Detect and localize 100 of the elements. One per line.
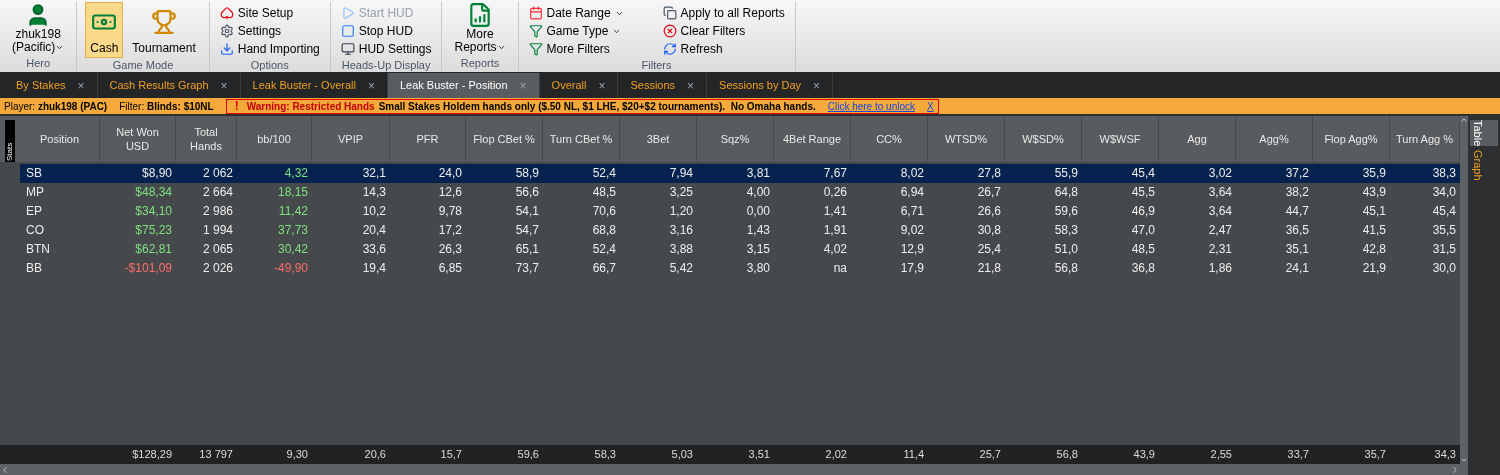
table-cell: 41,5 (1362, 223, 1386, 237)
scroll-right-icon[interactable] (1450, 464, 1460, 475)
table-cell: 48,5 (1131, 242, 1155, 256)
ribbon-button[interactable]: Refresh (660, 40, 787, 58)
ribbon-button[interactable]: Settings (217, 22, 322, 40)
column-header[interactable]: VPIP (312, 116, 390, 162)
table-row[interactable]: MP $48,34 2 664 18,15 14,3 12,6 56,6 48,5 3,25 4,00 0,26 6,94 26,7 64,8 45,5 3,64 38,2 43,9 34,0 (20, 183, 1460, 202)
close-tab-button[interactable]: × (598, 76, 606, 95)
dismiss-link[interactable]: X (927, 98, 934, 114)
column-header[interactable]: W$SD% (1005, 116, 1082, 162)
report-tab[interactable]: Leak Buster - Position × (387, 73, 540, 98)
total-cell-text: 9,30 (285, 447, 309, 462)
column-header[interactable]: Position (20, 116, 100, 162)
column-header[interactable]: WTSD% (928, 116, 1005, 162)
table-cell: 2,31 (1208, 242, 1232, 256)
ribbon-button[interactable]: Stop HUD (338, 22, 434, 40)
table-cell: 58,9 (515, 166, 539, 180)
ribbon-button[interactable]: Game Type (526, 22, 653, 40)
table-cell: 38,2 (1285, 185, 1309, 199)
table-cell: 52,4 (592, 166, 616, 180)
column-header[interactable]: Agg (1159, 116, 1236, 162)
table-cell: 3,64 (1208, 204, 1232, 218)
table-cell: 1,86 (1208, 261, 1232, 275)
column-header[interactable]: Turn CBet % (543, 116, 620, 162)
close-tab-button[interactable]: × (367, 76, 375, 95)
table-cell: 38,3 (1432, 166, 1456, 180)
column-header[interactable]: Net Won USD (100, 116, 176, 162)
table-cell: 43,9 (1362, 185, 1386, 199)
table-row[interactable]: SB $8,90 2 062 4,32 32,1 24,0 58,9 52,4 7,94 3,81 7,67 8,02 27,8 55,9 45,4 3,02 37,2 35,9 38,3 (20, 164, 1460, 183)
scroll-left-icon[interactable] (0, 464, 10, 475)
gear-icon (219, 24, 234, 38)
report-icon (467, 2, 493, 28)
column-header[interactable]: bb/100 (237, 116, 312, 162)
total-cell-text: 34,3 (1433, 447, 1457, 462)
table-cell: 3,16 (669, 223, 693, 237)
column-header[interactable]: 4Bet Range (774, 116, 851, 162)
column-header[interactable]: Agg% (1236, 116, 1313, 162)
ribbon-button[interactable]: Apply to all Reports (660, 4, 787, 22)
more-reports-button[interactable]: More Reports (450, 2, 510, 54)
unlock-link[interactable]: Click here to unlock (827, 98, 915, 114)
table-cell: 2 664 (202, 185, 233, 199)
view-tab[interactable]: Table (1470, 120, 1498, 147)
table-cell: 1,41 (823, 204, 847, 218)
close-tab-button[interactable]: × (220, 76, 228, 95)
hero-button[interactable]: zhuk198 (Pacific) (8, 2, 69, 54)
mode-button[interactable]: Cash (85, 2, 124, 58)
filter-icon (528, 42, 543, 56)
close-tab-button[interactable]: × (813, 76, 821, 95)
view-tab[interactable]: Graph (1470, 150, 1498, 181)
table-cell: 44,7 (1285, 204, 1309, 218)
ribbon-button[interactable]: Clear Filters (660, 22, 787, 40)
column-header[interactable]: CC% (851, 116, 928, 162)
ribbon-button[interactable]: Hand Importing (217, 40, 322, 58)
trophy-icon (151, 9, 178, 35)
column-header[interactable]: Total Hands (176, 116, 237, 162)
table-row[interactable]: EP $34,10 2 986 11,42 10,2 9,78 54,1 70,6 1,20 0,00 1,41 6,71 26,6 59,6 46,9 3,64 44,7 45,1 45,4 (20, 202, 1460, 221)
table-cell: 19,4 (362, 261, 386, 275)
column-header[interactable]: 3Bet (620, 116, 697, 162)
horizontal-scrollbar[interactable] (0, 464, 1460, 475)
table-cell: 35,5 (1432, 223, 1456, 237)
column-header[interactable]: Flop CBet % (466, 116, 543, 162)
table-cell: $75,23 (135, 223, 172, 237)
table-cell: 25,4 (977, 242, 1001, 256)
total-cell-text: 11,4 (902, 447, 925, 462)
mode-button[interactable]: Tournament (127, 2, 201, 58)
column-header[interactable]: Sqz% (697, 116, 774, 162)
table-cell: 3,02 (1208, 166, 1232, 180)
table-row[interactable]: BTN $62,81 2 065 30,42 33,6 26,3 65,1 52,4 3,88 3,15 4,02 12,9 25,4 51,0 48,5 2,31 35,1 42,8 31,5 (20, 240, 1460, 259)
close-tab-button[interactable]: × (687, 76, 695, 95)
column-header[interactable]: W$WSF (1082, 116, 1159, 162)
scroll-down-icon[interactable] (1460, 456, 1468, 464)
ribbon-button[interactable]: HUD Settings (338, 40, 434, 58)
close-tab-button[interactable]: × (77, 76, 85, 95)
ribbon-button[interactable]: Site Setup (217, 4, 322, 22)
table-cell: 27,8 (977, 166, 1001, 180)
filter-label: Filter: Blinds: $10NL (119, 99, 214, 114)
table-cell: 2 065 (202, 242, 233, 256)
table-cell: $34,10 (135, 204, 172, 218)
table-cell: SB (26, 166, 42, 180)
table-cell: 42,8 (1362, 242, 1386, 256)
column-header[interactable]: PFR (390, 116, 466, 162)
total-cell-text: 35,7 (1363, 447, 1387, 462)
table-cell: -49,90 (273, 261, 308, 275)
table-cell: 3,88 (669, 242, 693, 256)
table-cell: 9,78 (438, 204, 462, 218)
table-cell: $62,81 (135, 242, 172, 256)
ribbon-button[interactable]: Date Range (526, 4, 653, 22)
scroll-up-icon[interactable] (1460, 116, 1468, 124)
table-row[interactable]: CO $75,23 1 994 37,73 20,4 17,2 54,7 68,8 3,16 1,43 1,91 9,02 30,8 58,3 47,0 2,47 36,5 41,5 35,5 (20, 221, 1460, 240)
column-header[interactable]: Flop Agg% (1313, 116, 1390, 162)
group-label: Heads-Up Display (341, 58, 431, 73)
table-cell: 54,1 (515, 204, 539, 218)
vertical-scrollbar[interactable] (1460, 116, 1468, 475)
table-row[interactable]: BB -$101,09 2 026 -49,90 19,4 6,85 73,7 66,7 5,42 3,80 na 17,9 21,8 56,8 36,8 1,86 24,1 21,9 30,0 (20, 259, 1460, 278)
warning-message: Small Stakes Holdem hands only ($.50 NL, $1 LHE, $20+$2 tournaments). No Omaha hands. (378, 99, 816, 114)
table-cell: 5,42 (669, 261, 693, 275)
refresh-icon (662, 42, 677, 56)
ribbon-button[interactable]: More Filters (526, 40, 653, 58)
total-cell-text: 33,7 (1286, 447, 1310, 462)
table-cell: 46,9 (1131, 204, 1155, 218)
